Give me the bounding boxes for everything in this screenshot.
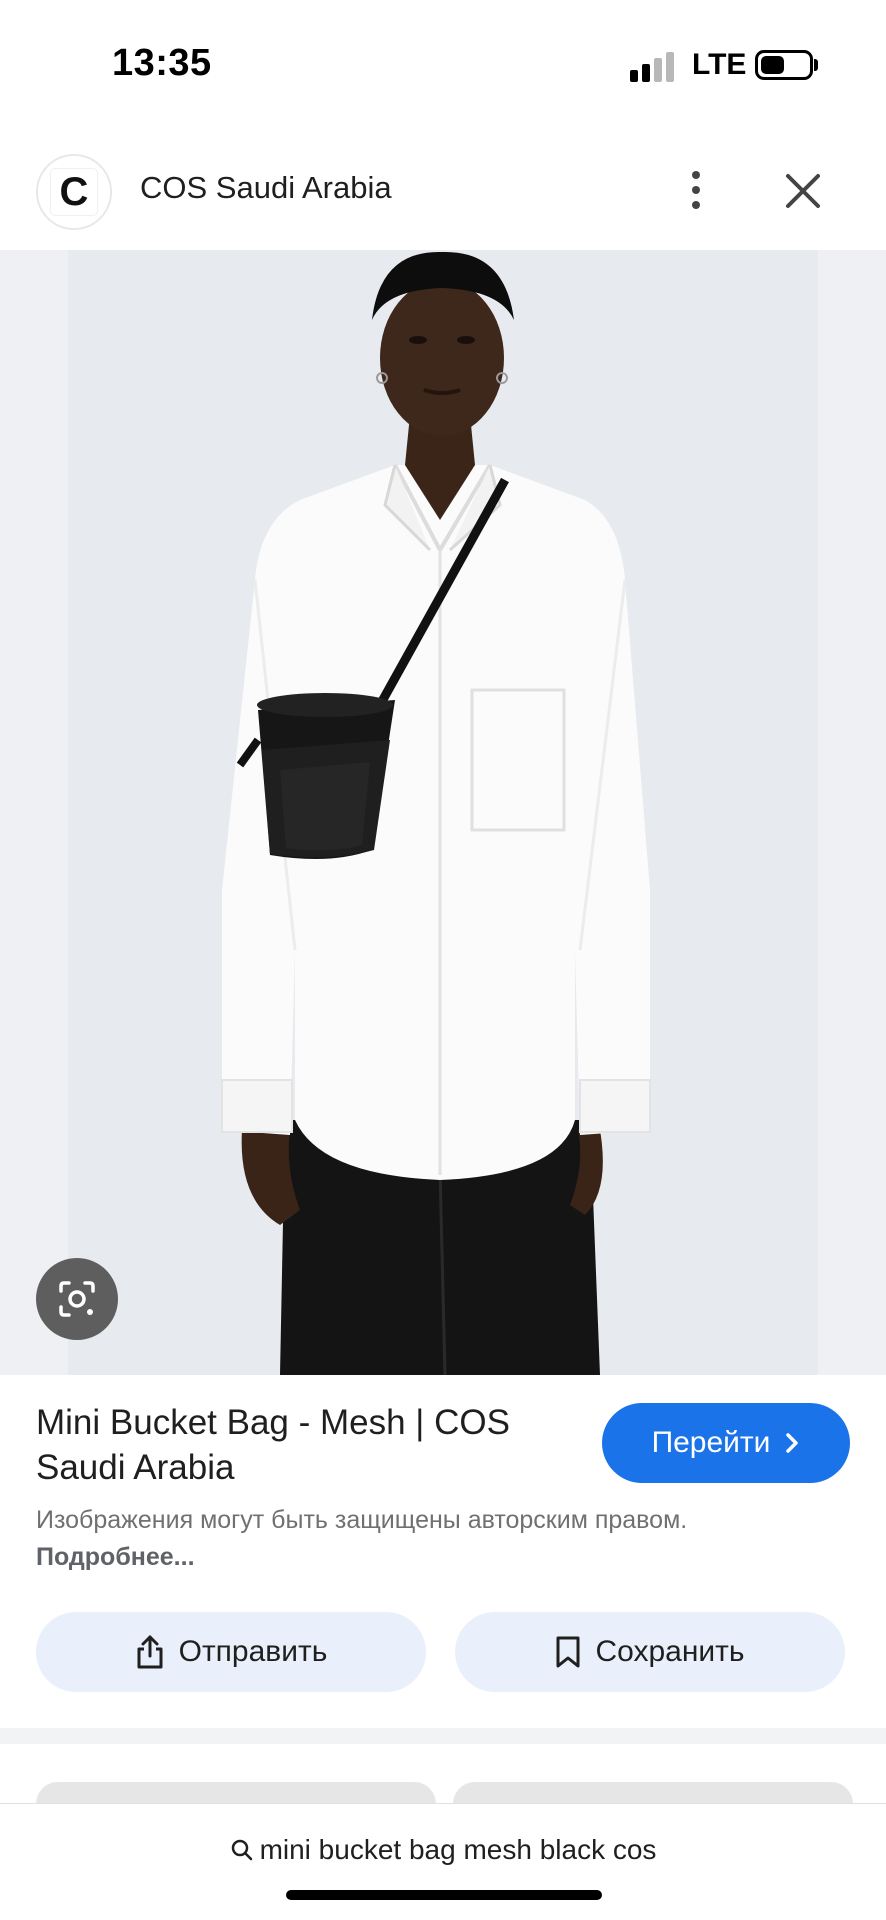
related-results: [0, 1744, 886, 1822]
result-title[interactable]: Mini Bucket Bag - Mesh | COS Saudi Arabi…: [36, 1400, 576, 1490]
save-button[interactable]: Сохранить: [455, 1612, 845, 1692]
lens-search-icon: [59, 1281, 95, 1317]
close-icon[interactable]: [780, 168, 826, 214]
bottom-search-bar[interactable]: mini bucket bag mesh black cos: [0, 1803, 886, 1920]
battery-tip: [814, 59, 818, 71]
viewer-header: C COS Saudi Arabia: [0, 130, 886, 250]
search-query-text: mini bucket bag mesh black cos: [259, 1834, 657, 1865]
network-type: LTE: [692, 48, 747, 81]
signal-icon: [630, 50, 676, 82]
site-name[interactable]: COS Saudi Arabia: [140, 170, 392, 206]
share-icon: [137, 1635, 163, 1669]
visit-button-label: Перейти: [651, 1426, 771, 1459]
section-divider: [0, 1728, 886, 1744]
image-preview[interactable]: [0, 250, 886, 1375]
chevron-right-icon: [786, 1433, 799, 1453]
status-time: 13:35: [112, 42, 212, 84]
search-query[interactable]: mini bucket bag mesh black cos: [0, 1834, 886, 1866]
product-photo: [0, 250, 886, 1375]
bookmark-icon: [556, 1636, 580, 1668]
status-bar: 13:35 LTE: [0, 0, 886, 130]
visit-button[interactable]: Перейти: [602, 1403, 850, 1483]
home-indicator[interactable]: [286, 1890, 602, 1900]
site-favicon[interactable]: C: [36, 154, 112, 230]
search-icon: [231, 1839, 252, 1861]
learn-more-link[interactable]: Подробнее...: [36, 1543, 195, 1571]
copyright-notice: Изображения могут быть защищены авторски…: [36, 1502, 736, 1576]
share-button[interactable]: Отправить: [36, 1612, 426, 1692]
copyright-text: Изображения могут быть защищены авторски…: [36, 1506, 688, 1534]
more-vert-icon[interactable]: [676, 160, 716, 220]
site-logo-letter: C: [51, 169, 97, 215]
share-button-label: Отправить: [178, 1635, 328, 1668]
save-button-label: Сохранить: [595, 1635, 745, 1668]
lens-search-button[interactable]: [36, 1258, 118, 1340]
battery-icon: [755, 50, 813, 80]
